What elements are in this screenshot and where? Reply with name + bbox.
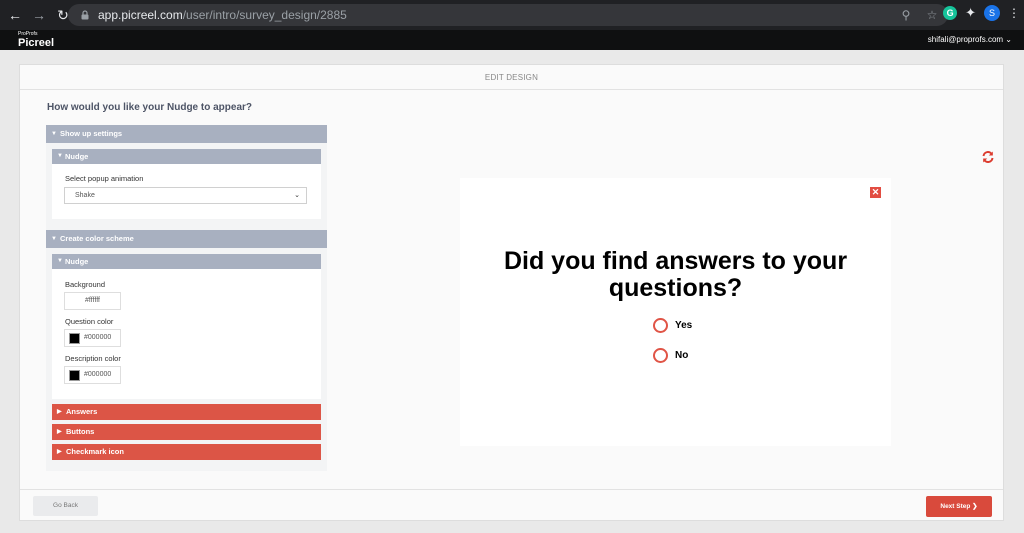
- section-label: Create color scheme: [60, 234, 134, 243]
- section-label: Answers: [66, 407, 98, 416]
- question-color-input[interactable]: #000000: [64, 329, 121, 347]
- buttons-section-header[interactable]: ▶ Buttons: [52, 424, 321, 440]
- zoom-icon[interactable]: ⚲: [898, 7, 914, 23]
- design-heading: How would you like your Nudge to appear?: [47, 102, 253, 113]
- go-back-button[interactable]: Go Back: [33, 496, 98, 516]
- description-color-input[interactable]: #000000: [64, 366, 121, 384]
- caret-down-icon: ▼: [51, 131, 57, 137]
- sub-label: Nudge: [65, 152, 89, 161]
- question-color-label: Question color: [65, 317, 114, 326]
- grammarly-extension-icon[interactable]: G: [943, 6, 958, 20]
- option-label: No: [675, 350, 689, 361]
- color-scheme-nudge-box: ▼ Nudge Background #ffffff Question colo…: [52, 254, 321, 399]
- back-arrow-icon[interactable]: ←: [4, 4, 26, 26]
- color-scheme-header[interactable]: ▼ Create color scheme: [46, 230, 327, 248]
- animation-label: Select popup animation: [65, 174, 144, 183]
- picreel-logo[interactable]: ProProfs Picreel: [18, 32, 55, 50]
- checkmark-icon-section-header[interactable]: ▶ Checkmark icon: [52, 444, 321, 460]
- show-up-settings-header[interactable]: ▼ Show up settings: [46, 125, 327, 143]
- url-text: app.picreel.com/user/intro/survey_design…: [98, 8, 347, 22]
- preview-question: Did you find answers to your questions?: [503, 247, 848, 302]
- caret-right-icon: ▶: [57, 429, 62, 435]
- extensions-puzzle-icon[interactable]: ✦: [965, 5, 976, 21]
- forward-arrow-icon[interactable]: →: [28, 4, 50, 26]
- chevron-down-icon: ⌄: [294, 192, 300, 199]
- description-color-label: Description color: [65, 354, 121, 363]
- animation-value: Shake: [75, 192, 95, 199]
- caret-right-icon: ▶: [57, 449, 62, 455]
- background-label: Background: [65, 280, 106, 289]
- footer-divider: [20, 489, 1003, 490]
- bookmark-star-icon[interactable]: ☆: [924, 7, 940, 23]
- address-bar[interactable]: app.picreel.com/user/intro/survey_design…: [68, 4, 948, 26]
- browser-menu-icon[interactable]: ⋮: [1008, 6, 1020, 20]
- show-up-nudge-box: ▼ Nudge Select popup animation Shake ⌄: [52, 149, 321, 219]
- next-step-button[interactable]: Next Step ❯: [926, 496, 992, 517]
- app-header: ProProfs Picreel shifali@proprofs.com ⌄: [0, 30, 1024, 50]
- user-email: shifali@proprofs.com: [927, 35, 1004, 44]
- browser-toolbar: ← → ↻ app.picreel.com/user/intro/survey_…: [0, 0, 1024, 30]
- lock-icon: [81, 10, 89, 20]
- logo-big-text: Picreel: [18, 37, 55, 49]
- next-step-label: Next Step: [940, 503, 971, 510]
- option-label: Yes: [675, 320, 693, 331]
- section-label: Show up settings: [60, 129, 123, 138]
- description-color-swatch[interactable]: [69, 370, 80, 381]
- section-label: Buttons: [66, 427, 95, 436]
- edit-design-card: EDIT DESIGN How would you like your Nudg…: [19, 64, 1004, 521]
- animation-select[interactable]: Shake ⌄: [64, 187, 307, 204]
- radio-button[interactable]: [653, 348, 668, 363]
- background-color-input[interactable]: #ffffff: [64, 292, 121, 310]
- sub-label: Nudge: [65, 257, 89, 266]
- card-title: EDIT DESIGN: [20, 65, 1003, 90]
- settings-panel: ▼ Show up settings ▼ Nudge Select popup …: [46, 125, 327, 471]
- user-account-menu[interactable]: shifali@proprofs.com ⌄: [928, 35, 1012, 44]
- close-icon[interactable]: ✕: [870, 187, 881, 198]
- option-yes[interactable]: Yes: [653, 318, 692, 333]
- chevron-right-icon: ❯: [972, 503, 978, 510]
- background-hex: #ffffff: [85, 297, 100, 304]
- question-color-hex: #000000: [84, 334, 112, 341]
- radio-button[interactable]: [653, 318, 668, 333]
- question-color-swatch[interactable]: [69, 333, 80, 344]
- caret-down-icon: ▼: [57, 153, 63, 159]
- profile-avatar[interactable]: S: [984, 5, 1000, 21]
- section-label: Checkmark icon: [66, 447, 124, 456]
- caret-right-icon: ▶: [57, 409, 62, 415]
- description-color-hex: #000000: [84, 371, 112, 378]
- color-scheme-nudge-header[interactable]: ▼ Nudge: [52, 254, 321, 269]
- nudge-preview: ✕ Did you find answers to your questions…: [460, 178, 891, 446]
- option-no[interactable]: No: [653, 348, 688, 363]
- refresh-preview-icon[interactable]: [981, 150, 995, 164]
- caret-down-icon: ▼: [51, 236, 57, 242]
- answers-section-header[interactable]: ▶ Answers: [52, 404, 321, 420]
- show-up-nudge-header[interactable]: ▼ Nudge: [52, 149, 321, 164]
- caret-down-icon: ▼: [57, 258, 63, 264]
